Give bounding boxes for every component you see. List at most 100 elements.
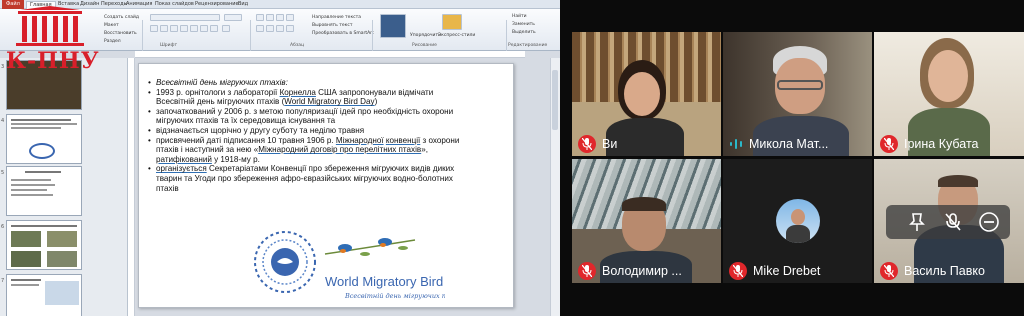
spacing-button[interactable]	[200, 25, 208, 32]
bird-wreath-icon	[254, 231, 316, 293]
slide-thumbnail[interactable]	[6, 220, 82, 270]
select-button[interactable]: Выделить	[512, 30, 536, 35]
thumb-number: 4	[1, 118, 5, 124]
slide-line: присвячений даті підписання 10 травня 19…	[148, 136, 506, 146]
find-button[interactable]: Найти	[512, 14, 527, 19]
building-icon	[16, 6, 84, 46]
video-tile-mike[interactable]: Mike Drebet	[723, 159, 872, 283]
university-logo: К-ПНУ	[0, 6, 100, 74]
video-tile-iryna[interactable]: Ірина Кубата	[874, 32, 1024, 156]
strike-button[interactable]	[180, 25, 188, 32]
slide-text-run: Міжнародний договір про перелітних птахі…	[258, 145, 422, 155]
slide-text-box[interactable]: Всесвітній день мігруючих птахів: 1993 р…	[148, 78, 506, 193]
video-tile-vasyl[interactable]: Василь Павко	[874, 159, 1024, 283]
group-editing-label: Редактирование	[508, 43, 548, 48]
slide-text-run: тварин та Угоди про збереження афро-євра…	[156, 173, 453, 183]
tab-review[interactable]: Рецензирование	[195, 1, 239, 8]
slide-text-run: започаткований у 2006 р. з метою популяр…	[156, 106, 454, 116]
participant-name: Володимир ...	[602, 264, 682, 278]
numbering-button[interactable]	[266, 14, 274, 21]
pin-icon[interactable]	[906, 211, 928, 233]
slide-line: Всесвітній день мігруючих птахів (World …	[148, 97, 506, 107]
quick-styles-button[interactable]	[442, 14, 462, 30]
slide-text-run: США запропонували відмічати	[315, 87, 434, 97]
slide-thumbnails-pane: 3 4 5 6 7	[0, 58, 128, 316]
smartart-button[interactable]: Преобразовать в SmartArt	[312, 31, 374, 36]
align-right-button[interactable]	[276, 25, 284, 32]
italic-button[interactable]	[160, 25, 168, 32]
slide-line: започаткований у 2006 р. з метою популяр…	[148, 107, 506, 117]
slide-heading: Всесвітній день мігруючих птахів:	[148, 78, 506, 88]
mic-off-icon	[578, 262, 596, 280]
thumb-number: 5	[1, 170, 5, 176]
horizontal-ruler	[135, 51, 525, 58]
slide-line: мігруючих птахів та їх середовища існува…	[148, 116, 506, 126]
bird-day-subtitle: Всесвітній день мігруючих птахів	[344, 292, 445, 300]
tab-view[interactable]: Вид	[238, 1, 248, 8]
slide-text-run: World Migratory Bird Day	[284, 97, 375, 107]
section-button[interactable]: Раздел	[104, 39, 121, 44]
remove-icon[interactable]	[978, 211, 1000, 233]
group-drawing-label: Рисование	[412, 43, 437, 48]
tab-animations[interactable]: Анимация	[126, 1, 152, 8]
slide-thumbnail[interactable]	[6, 114, 82, 164]
font-color-button[interactable]	[222, 25, 230, 32]
slide-text-run: ратифікований	[156, 154, 212, 164]
participant-name-bar: Mike Drebet	[723, 259, 820, 283]
slide-text-run: конвенції	[385, 135, 421, 145]
mic-off-icon	[880, 135, 898, 153]
decrease-indent-button[interactable]	[276, 14, 284, 21]
slide-bullets: 1993 р. орнітологи з лабораторії Корнелл…	[148, 88, 506, 194]
group-font-label: Шрифт	[160, 43, 178, 48]
screen: Файл Главная Вставка Дизайн Переходы Ани…	[0, 0, 1024, 316]
font-size-combo[interactable]	[224, 14, 242, 21]
thumb-number: 7	[1, 278, 5, 284]
font-name-combo[interactable]	[150, 14, 220, 21]
slide-thumbnail[interactable]	[6, 166, 82, 216]
arrange-button[interactable]: Упорядочить	[410, 33, 441, 38]
align-left-button[interactable]	[256, 25, 264, 32]
replace-button[interactable]: Заменить	[512, 22, 535, 27]
text-direction-button[interactable]: Направление текста	[312, 15, 361, 20]
align-center-button[interactable]	[266, 25, 274, 32]
tile-hover-controls	[886, 205, 1010, 239]
video-tile-you[interactable]: Ви	[572, 32, 721, 156]
video-tile-volodymyr[interactable]: Володимир ...	[572, 159, 721, 283]
shapes-gallery[interactable]	[380, 14, 406, 38]
avatar	[776, 199, 820, 243]
bold-button[interactable]	[150, 25, 158, 32]
align-text-button[interactable]: Выровнять текст	[312, 23, 352, 28]
slide-line: організується Секретаріатами Конвенції п…	[148, 164, 506, 174]
powerpoint-window: Файл Главная Вставка Дизайн Переходы Ани…	[0, 0, 560, 316]
justify-button[interactable]	[286, 25, 294, 32]
participant-face	[928, 50, 968, 102]
participant-name-bar: Ви	[572, 132, 617, 156]
bullets-button[interactable]	[256, 14, 264, 21]
tab-transitions[interactable]: Переходы	[101, 1, 128, 8]
reset-button[interactable]: Восстановить	[104, 31, 137, 36]
slide-line: тварин та Угоди про збереження афро-євра…	[148, 174, 506, 184]
slide-text-run: Корнелла	[279, 87, 316, 97]
participant-name: Mike Drebet	[753, 264, 821, 278]
case-button[interactable]	[210, 25, 218, 32]
slide-text-run: 1993 р. орнітологи з лабораторії	[156, 87, 280, 97]
participant-name-bar: Микола Мат...	[723, 132, 828, 156]
current-slide[interactable]: Всесвітній день мігруючих птахів: 1993 р…	[138, 63, 514, 308]
mute-participant-icon[interactable]	[942, 211, 964, 233]
video-tile-mykola[interactable]: Микола Мат...	[723, 32, 872, 156]
layout-button[interactable]: Макет	[104, 23, 119, 28]
slide-line: відзначається щорічно у другу суботу та …	[148, 126, 506, 136]
participant-hair	[938, 175, 978, 187]
shadow-button[interactable]	[190, 25, 198, 32]
underline-button[interactable]	[170, 25, 178, 32]
participant-name-bar: Василь Павко	[874, 259, 985, 283]
slide-thumbnail[interactable]	[6, 274, 82, 316]
birds-on-branch-icon	[324, 238, 416, 256]
quick-styles-label: Экспресс-стили	[438, 33, 476, 38]
increase-indent-button[interactable]	[286, 14, 294, 21]
tab-slideshow[interactable]: Показ слайдов	[155, 1, 194, 8]
participant-hair	[622, 197, 666, 211]
participant-name-bar: Володимир ...	[572, 259, 682, 283]
scrollbar-thumb[interactable]	[552, 70, 558, 130]
create-slide-button[interactable]: Создать слайд	[104, 15, 139, 20]
